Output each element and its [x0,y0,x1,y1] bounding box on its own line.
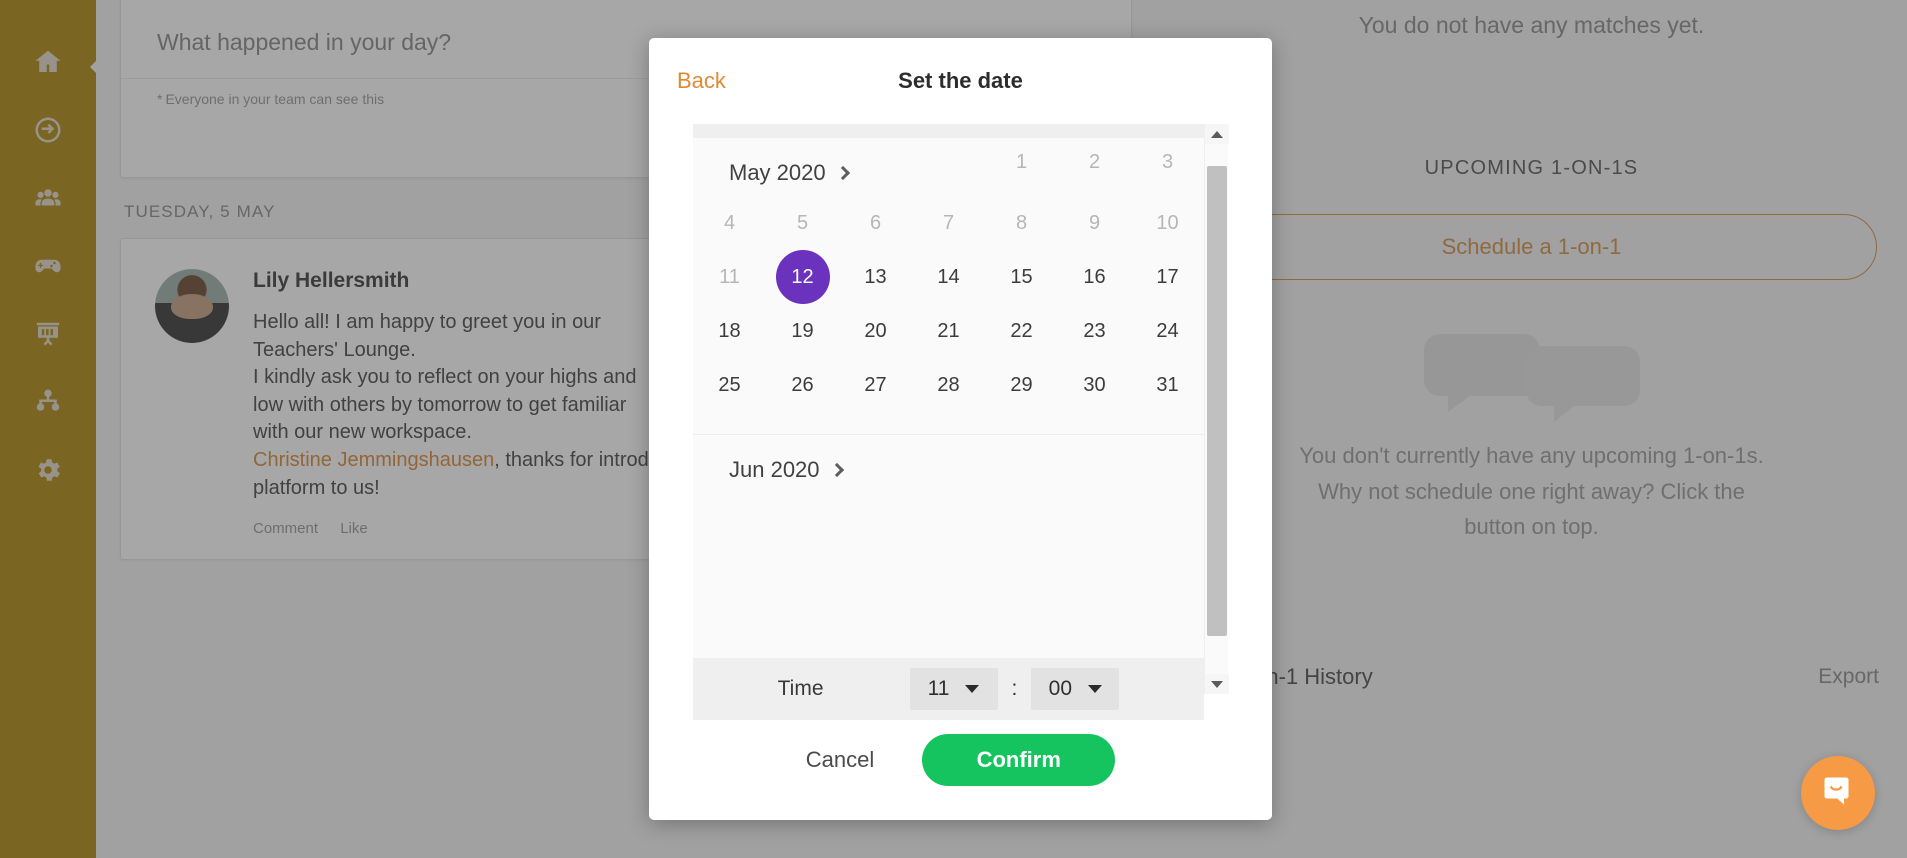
day-cell: 6 [869,211,882,234]
month-block-may: May 2020 1 2 3 4 5 6 7 8 9 10 11 12 13 14 15 16 17 18 19 20… [693,138,1204,412]
picker-top-strip [693,124,1204,138]
month-label: Jun 2020 [729,457,820,482]
day-cell: 4 [723,211,736,234]
confirm-button[interactable]: Confirm [922,734,1116,786]
day-cell[interactable]: 28 [912,358,985,412]
day-cell[interactable]: 19 [766,304,839,358]
chevron-right-icon [829,462,844,478]
caret-down-icon [965,685,980,693]
day-cell: 3 [1161,150,1174,173]
day-cell: 7 [942,211,955,234]
day-cell[interactable]: 25 [693,358,766,412]
hour-value: 11 [927,677,950,700]
day-cell: 8 [1015,211,1028,234]
intercom-launcher-button[interactable] [1801,756,1875,830]
day-cell[interactable]: 13 [839,250,912,304]
modal-title: Set the date [898,68,1023,93]
month-header-jun[interactable]: Jun 2020 [693,435,1204,493]
time-separator: : [1011,677,1018,700]
caret-down-icon[interactable] [1205,674,1229,694]
days-grid-first-week: 1 2 3 [693,138,1204,186]
modal-footer: Cancel Confirm [649,700,1272,820]
day-cell[interactable]: 30 [1058,358,1131,412]
minute-value: 00 [1048,677,1073,700]
day-cell: 11 [719,265,740,288]
day-cell[interactable]: 14 [912,250,985,304]
day-cell-selected[interactable]: 12 [766,250,839,304]
cancel-button[interactable]: Cancel [806,747,874,773]
day-cell[interactable]: 16 [1058,250,1131,304]
scrollbar-thumb[interactable] [1207,166,1227,636]
chat-bubble-icon [1820,773,1856,814]
back-button[interactable]: Back [677,68,726,94]
day-cell: 10 [1156,211,1179,234]
day-cell[interactable]: 21 [912,304,985,358]
set-the-date-modal: Back Set the date May 2020 1 2 3 4 5 6 7 8 9 10 11… [649,38,1272,820]
day-cell: 2 [1088,150,1101,173]
caret-down-icon [1088,685,1103,693]
day-cell-blank [766,138,839,186]
day-cell[interactable]: 20 [839,304,912,358]
day-cell-blank [693,138,766,186]
day-cell[interactable]: 15 [985,250,1058,304]
caret-up-icon[interactable] [1205,124,1229,144]
day-cell[interactable]: 31 [1131,358,1204,412]
day-cell: 9 [1088,211,1101,234]
day-cell-blank [912,138,985,186]
time-label: Time [777,677,824,700]
day-cell: 5 [796,211,809,234]
day-cell[interactable]: 23 [1058,304,1131,358]
selected-day-pill: 12 [775,250,830,304]
day-cell[interactable]: 26 [766,358,839,412]
month-block-jun: Jun 2020 [693,435,1204,493]
day-cell[interactable]: 24 [1131,304,1204,358]
date-picker-shell: May 2020 1 2 3 4 5 6 7 8 9 10 11 12 13 14 15 16 17 18 19 20… [693,124,1229,694]
day-cell[interactable]: 17 [1131,250,1204,304]
day-cell[interactable]: 29 [985,358,1058,412]
date-picker-scroll-area[interactable]: May 2020 1 2 3 4 5 6 7 8 9 10 11 12 13 14 15 16 17 18 19 20… [693,124,1204,694]
day-cell[interactable]: 27 [839,358,912,412]
day-cell[interactable]: 18 [693,304,766,358]
picker-scrollbar[interactable] [1204,124,1229,694]
day-cell-blank [839,138,912,186]
days-grid-may: 4 5 6 7 8 9 10 11 12 13 14 15 16 17 18 19 20 21 22 23 24 25 26… [693,196,1204,412]
day-cell: 1 [1015,150,1028,173]
modal-header: Back Set the date [649,38,1272,124]
day-cell[interactable]: 22 [985,304,1058,358]
